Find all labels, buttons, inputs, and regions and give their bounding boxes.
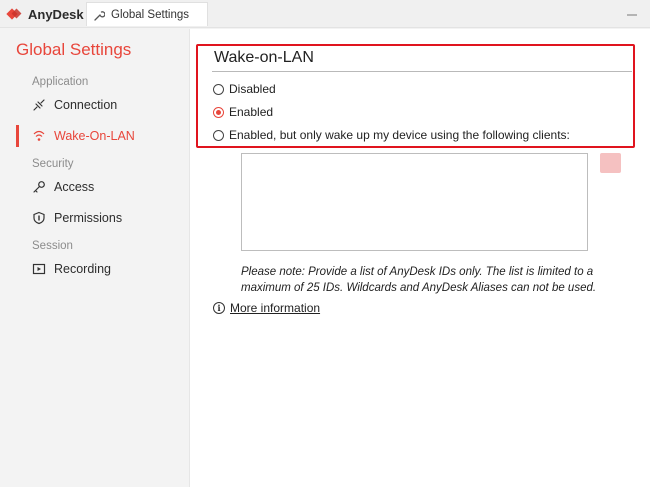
app-brand: AnyDesk [6, 5, 84, 23]
page-title: Wake-on-LAN [214, 49, 314, 66]
app-name: AnyDesk [28, 6, 84, 22]
sidebar: Global Settings Application Connection W… [0, 29, 188, 487]
sidebar-item-label: Wake-On-LAN [54, 129, 135, 143]
sidebar-item-access[interactable]: Access [0, 176, 188, 198]
sidebar-item-permissions[interactable]: Permissions [0, 207, 188, 229]
section-application: Application [32, 76, 89, 88]
more-information-link[interactable]: i More information [213, 300, 320, 316]
sidebar-title: Global Settings [16, 40, 132, 59]
radio-enabled-whitelist[interactable] [213, 129, 224, 141]
option-disabled[interactable]: Disabled [213, 81, 276, 97]
play-icon [32, 262, 46, 276]
window-menu-icon[interactable] [626, 8, 638, 20]
sidebar-item-label: Access [54, 180, 95, 194]
sidebar-item-wake-on-lan[interactable]: Wake-On-LAN [0, 125, 188, 147]
tab-label: Global Settings [111, 8, 189, 21]
option-label: Enabled, but only wake up my device usin… [229, 128, 570, 142]
wifi-icon [32, 129, 46, 143]
option-label: Disabled [229, 82, 276, 96]
option-enabled[interactable]: Enabled [213, 104, 273, 120]
sidebar-item-label: Recording [54, 262, 111, 276]
title-divider [212, 71, 632, 72]
info-icon: i [213, 302, 225, 314]
wrench-icon [93, 9, 106, 21]
note-text: Please note: Provide a list of AnyDesk I… [241, 266, 597, 294]
content-pane [189, 29, 650, 487]
connection-icon [32, 98, 46, 112]
option-label: Enabled [229, 105, 274, 119]
title-bar: AnyDesk Global Settings [0, 0, 650, 28]
anydesk-logo-icon [6, 6, 22, 22]
sidebar-item-connection[interactable]: Connection [0, 94, 188, 116]
clients-list-input[interactable] [241, 153, 588, 251]
add-client-button[interactable] [600, 153, 621, 173]
shield-icon [32, 211, 46, 225]
sidebar-item-recording[interactable]: Recording [0, 258, 188, 280]
radio-disabled[interactable] [213, 83, 224, 95]
tab-global-settings[interactable]: Global Settings [86, 2, 208, 26]
option-enabled-whitelist[interactable]: Enabled, but only wake up my device usin… [213, 127, 570, 143]
sidebar-item-label: Connection [54, 98, 118, 112]
section-security: Security [32, 158, 74, 170]
radio-enabled[interactable] [213, 106, 224, 118]
section-session: Session [32, 240, 73, 252]
more-information-label: More information [230, 301, 321, 315]
sidebar-item-label: Permissions [54, 211, 123, 225]
key-icon [32, 180, 46, 194]
